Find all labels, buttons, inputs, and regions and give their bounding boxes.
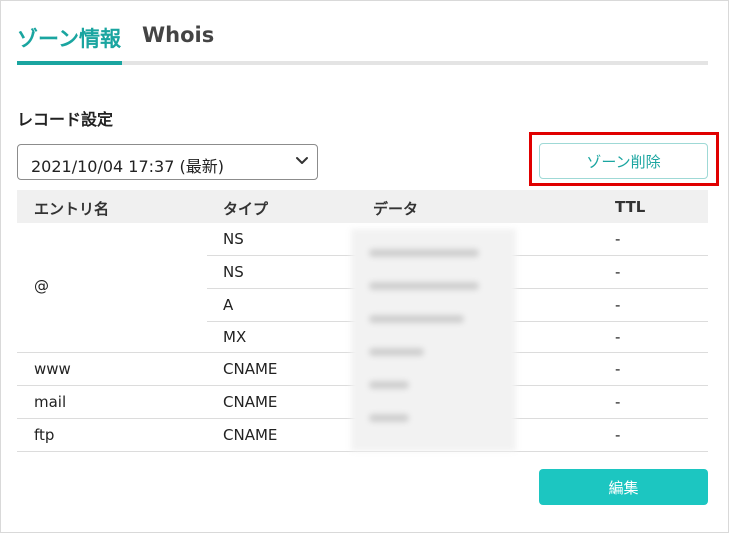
tab-zone-info[interactable]: ゾーン情報 (17, 23, 121, 53)
entry-name-cell: mail (34, 393, 67, 411)
ttl-cell: - (615, 393, 621, 411)
ttl-cell: - (615, 230, 621, 248)
tab-whois[interactable]: Whois (142, 23, 214, 47)
type-cell: NS (223, 263, 244, 281)
type-cell: CNAME (223, 393, 278, 411)
redacted-data-area (351, 229, 516, 451)
type-cell: MX (223, 328, 247, 346)
tab-bar: ゾーン情報 Whois (17, 21, 708, 67)
ttl-cell: - (615, 296, 621, 314)
section-title: レコード設定 (17, 110, 114, 129)
record-version-value: 2021/10/04 17:37 (最新) (31, 157, 224, 176)
entry-name-cell: @ (34, 277, 49, 295)
ttl-cell: - (615, 328, 621, 346)
ttl-cell: - (615, 426, 621, 444)
entry-name-cell: ftp (34, 426, 55, 444)
type-cell: A (223, 296, 234, 314)
record-version-select[interactable]: 2021/10/04 17:37 (最新) (17, 144, 318, 180)
ttl-cell: - (615, 263, 621, 281)
chevron-down-icon (296, 157, 308, 164)
ttl-cell: - (615, 360, 621, 378)
type-cell: CNAME (223, 426, 278, 444)
entry-name-cell: www (34, 360, 71, 378)
type-cell: NS (223, 230, 244, 248)
header-entry-name: エントリ名 (34, 200, 110, 218)
edit-button[interactable]: 編集 (539, 469, 708, 505)
tab-active-indicator (17, 61, 122, 65)
table-header: エントリ名 タイプ データ TTL (17, 190, 708, 223)
header-type: タイプ (223, 200, 269, 218)
delete-zone-button[interactable]: ゾーン削除 (539, 143, 708, 179)
zone-panel: ゾーン情報 Whois レコード設定 2021/10/04 17:37 (最新)… (0, 0, 729, 533)
type-cell: CNAME (223, 360, 278, 378)
header-data: データ (373, 200, 419, 218)
header-ttl: TTL (615, 198, 646, 216)
